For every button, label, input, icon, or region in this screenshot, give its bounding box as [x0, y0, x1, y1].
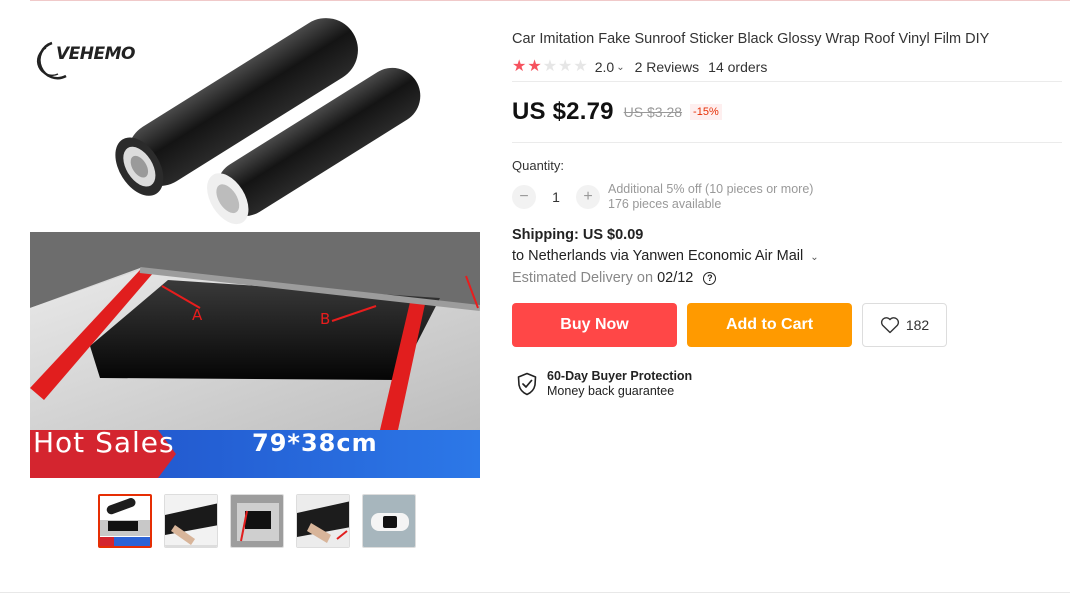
buy-now-button[interactable]: Buy Now	[512, 303, 677, 347]
protection-title: 60-Day Buyer Protection	[547, 369, 693, 383]
star-filled-icon: ★	[512, 58, 527, 75]
brand-logo: VEHEMO	[56, 44, 135, 64]
protection-text: 60-Day Buyer Protection Money back guara…	[547, 369, 692, 399]
banner-size: 79*38cm	[252, 429, 378, 457]
main-image-graphic	[30, 8, 480, 478]
wishlist-count: 182	[905, 317, 930, 333]
orders-count: 14 orders	[708, 59, 768, 75]
star-empty-icon: ★	[573, 58, 588, 75]
quantity-input[interactable]: 1	[536, 189, 576, 205]
arrow-label-b: B	[320, 310, 331, 328]
shield-check-icon	[517, 372, 537, 396]
wishlist-button[interactable]: 182	[862, 303, 947, 347]
thumbnail-5-image	[363, 495, 415, 547]
thumbnail-1[interactable]	[98, 494, 152, 548]
star-empty-icon: ★	[558, 58, 573, 75]
quantity-note: Additional 5% off (10 pieces or more) 17…	[608, 182, 813, 212]
quantity-label: Quantity:	[512, 158, 565, 173]
original-price: US $3.28	[623, 104, 683, 120]
star-filled-icon: ★	[527, 58, 542, 75]
discount-badge: -15%	[690, 104, 722, 120]
bulk-discount-note: Additional 5% off (10 pieces or more)	[608, 182, 814, 196]
thumbnail-4[interactable]	[296, 494, 350, 548]
product-gallery: VEHEMO A B Hot Sales 79*38cm	[30, 8, 480, 553]
thumbnail-2-image	[165, 495, 217, 547]
rating-score[interactable]: 2.0	[595, 59, 614, 75]
heart-icon	[880, 317, 899, 334]
arrow-label-a: A	[192, 306, 203, 324]
rating-stars: ★ ★ ★ ★ ★	[512, 59, 588, 75]
help-icon[interactable]: ?	[703, 271, 717, 285]
main-product-image[interactable]: VEHEMO A B Hot Sales 79*38cm	[30, 8, 480, 478]
chevron-down-icon[interactable]: ⌄	[616, 62, 624, 73]
rating-row: ★ ★ ★ ★ ★ 2.0 ⌄ 2 Reviews 14 orders	[512, 57, 1062, 77]
product-title: Car Imitation Fake Sunroof Sticker Black…	[512, 31, 990, 47]
bottom-divider	[0, 592, 1070, 593]
stock-available: 176 pieces available	[608, 197, 722, 211]
thumbnail-5[interactable]	[362, 494, 416, 548]
divider	[512, 142, 1062, 143]
chevron-down-icon[interactable]: ⌄	[810, 252, 818, 263]
protection-subtitle: Money back guarantee	[547, 384, 675, 398]
delivery-label: Estimated Delivery on	[512, 270, 654, 286]
shipping-destination[interactable]: to Netherlands via Yanwen Economic Air M…	[512, 246, 1062, 268]
action-buttons: Buy Now Add to Cart 182	[512, 303, 1062, 347]
plus-icon[interactable]: +	[576, 185, 600, 209]
current-price: US $2.79	[512, 98, 614, 125]
banner-hot-sales: Hot Sales	[33, 426, 175, 459]
thumbnail-1-image	[100, 496, 150, 546]
shipping-info: Shipping: US $0.09 to Netherlands via Ya…	[512, 225, 1062, 289]
star-empty-icon: ★	[542, 58, 558, 75]
quantity-stepper: − 1 + Additional 5% off (10 pieces or mo…	[512, 182, 1062, 212]
thumbnail-strip	[98, 494, 416, 548]
shipping-cost: Shipping: US $0.09	[512, 227, 644, 243]
thumbnail-4-image	[297, 495, 349, 547]
estimated-delivery: Estimated Delivery on 02/12 ?	[512, 268, 1062, 289]
price-row: US $2.79 US $3.28 -15%	[512, 82, 1062, 142]
thumbnail-2[interactable]	[164, 494, 218, 548]
thumbnail-3[interactable]	[230, 494, 284, 548]
shipping-destination-text: to Netherlands via Yanwen Economic Air M…	[512, 248, 804, 264]
top-divider	[30, 0, 1070, 1]
minus-icon[interactable]: −	[512, 185, 536, 209]
add-to-cart-button[interactable]: Add to Cart	[687, 303, 852, 347]
product-info-panel: Car Imitation Fake Sunroof Sticker Black…	[512, 28, 1062, 399]
buyer-protection: 60-Day Buyer Protection Money back guara…	[516, 369, 1062, 399]
reviews-link[interactable]: 2 Reviews	[635, 59, 700, 75]
delivery-date: 02/12	[657, 270, 694, 286]
thumbnail-3-image	[231, 495, 283, 547]
